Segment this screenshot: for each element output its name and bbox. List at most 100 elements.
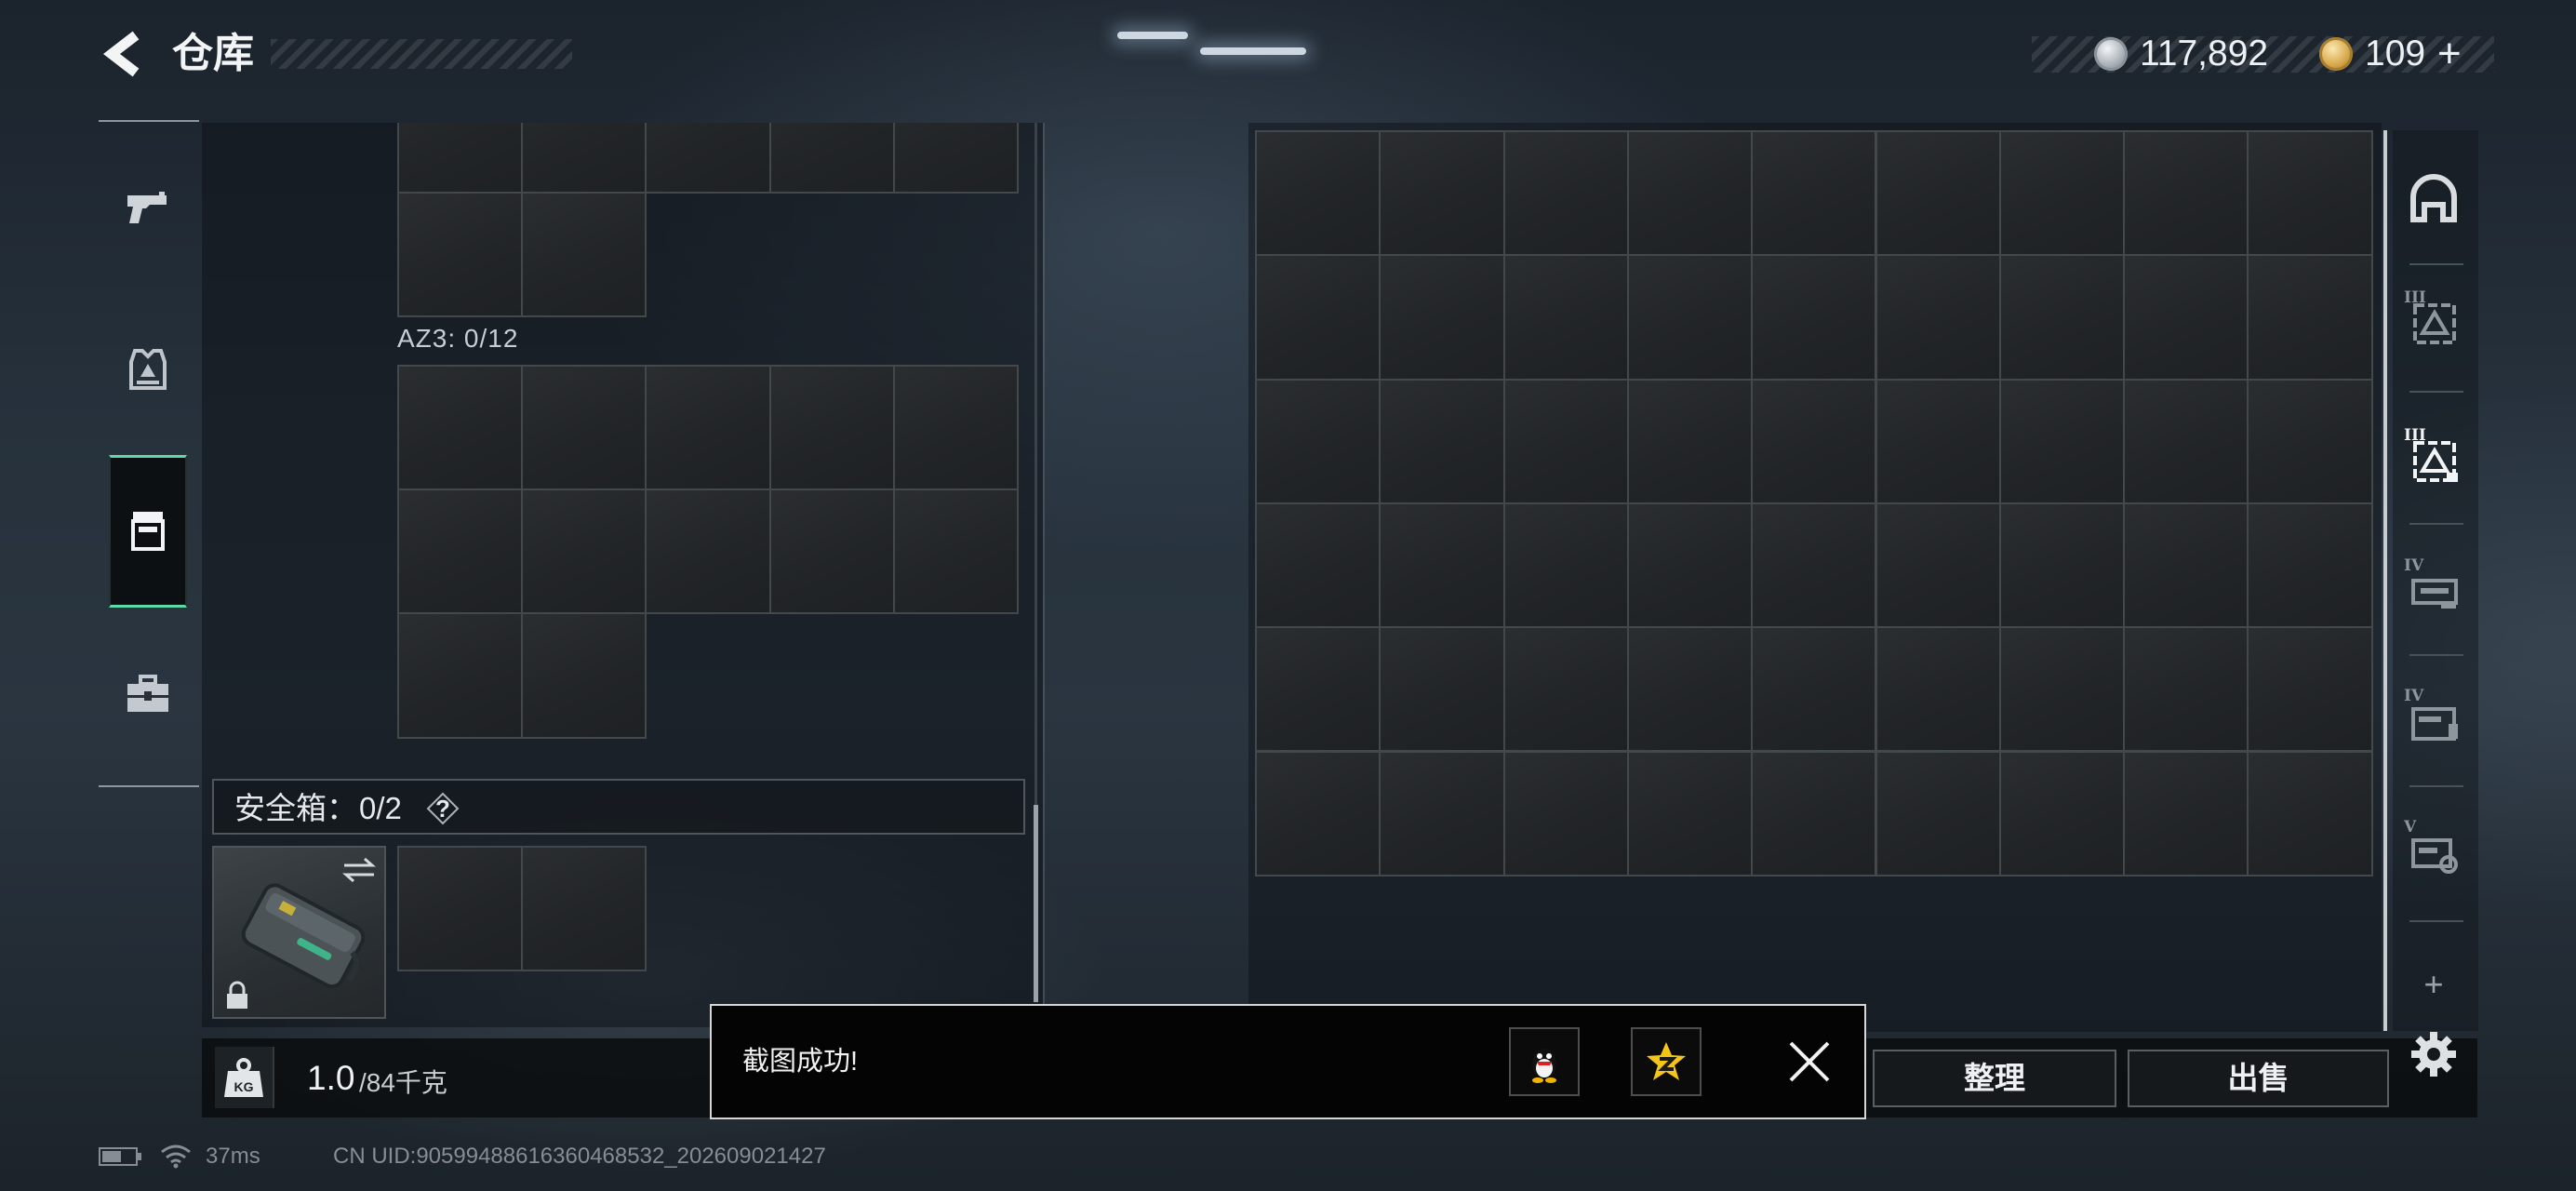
sort-button[interactable]: 整理 xyxy=(1873,1050,2116,1107)
grid-cell[interactable] xyxy=(1379,130,1505,257)
grid-cell[interactable] xyxy=(1626,254,1754,381)
grid-cell[interactable] xyxy=(2247,254,2373,381)
stash-tab-tier-selected[interactable]: III xyxy=(2404,426,2463,489)
grid-cell[interactable] xyxy=(1255,750,1381,877)
container-scrollbar-thumb[interactable] xyxy=(1034,805,1038,1002)
grid-cell[interactable] xyxy=(1502,130,1629,257)
grid-cell[interactable] xyxy=(2247,130,2373,257)
grid-cell[interactable] xyxy=(2247,378,2373,504)
grid-cell[interactable] xyxy=(521,365,647,491)
grid-cell[interactable] xyxy=(521,488,647,615)
grid-cell[interactable] xyxy=(2123,750,2249,877)
share-qzone-button[interactable] xyxy=(1631,1027,1702,1096)
grid-cell[interactable] xyxy=(1626,130,1754,257)
grid-cell[interactable] xyxy=(1998,502,2126,629)
grid-cell[interactable] xyxy=(1875,254,2001,381)
nav-item-toolbox[interactable] xyxy=(122,667,174,719)
grid-cell[interactable] xyxy=(892,365,1019,491)
grid-cell[interactable] xyxy=(1751,750,1877,877)
grid-cell[interactable] xyxy=(1751,378,1877,504)
grid-cell[interactable] xyxy=(397,612,524,739)
container-scroll-area[interactable]: AZ3: 0/12 安全箱： 0/2 ? xyxy=(202,123,1033,1027)
grid-cell[interactable] xyxy=(1751,502,1877,629)
grid-cell[interactable] xyxy=(1379,378,1505,504)
grid-cell[interactable] xyxy=(521,192,647,318)
grid-cell[interactable] xyxy=(768,488,895,615)
grid-cell[interactable] xyxy=(1255,502,1381,629)
grid-cell[interactable] xyxy=(2247,750,2373,877)
stash-tab-tier[interactable]: IV xyxy=(2404,556,2463,620)
grid-cell[interactable] xyxy=(892,123,1019,194)
grid-cell[interactable] xyxy=(1379,502,1505,629)
grid-cell[interactable] xyxy=(1255,254,1381,381)
grid-cell[interactable] xyxy=(1875,378,2001,504)
grid-cell[interactable] xyxy=(2123,502,2249,629)
grid-cell[interactable] xyxy=(1255,626,1381,753)
stash-tab-tier[interactable]: V xyxy=(2404,818,2463,881)
grid-cell[interactable] xyxy=(645,123,771,194)
grid-cell[interactable] xyxy=(1998,626,2126,753)
share-qq-button[interactable] xyxy=(1509,1027,1580,1096)
settings-button[interactable] xyxy=(2409,1030,2458,1078)
grid-cell[interactable] xyxy=(1875,626,2001,753)
safe-box-help-button[interactable]: ? xyxy=(426,792,460,825)
safe-box-item[interactable] xyxy=(212,846,386,1019)
grid-cell[interactable] xyxy=(645,365,771,491)
grid-cell[interactable] xyxy=(397,192,524,318)
stash-tab-tier[interactable]: IV xyxy=(2404,687,2463,750)
grid-cell[interactable] xyxy=(1379,750,1505,877)
grid-cell[interactable] xyxy=(1502,750,1629,877)
grid-cell[interactable] xyxy=(1998,130,2126,257)
grid-cell[interactable] xyxy=(397,365,524,491)
add-stash-tab-button[interactable]: + xyxy=(2417,964,2450,1005)
grid-cell[interactable] xyxy=(2123,254,2249,381)
grid-cell[interactable] xyxy=(2123,130,2249,257)
grid-cell[interactable] xyxy=(1502,502,1629,629)
grid-cell[interactable] xyxy=(1998,378,2126,504)
grid-cell[interactable] xyxy=(1626,750,1754,877)
grid-cell[interactable] xyxy=(892,488,1019,615)
grid-cell[interactable] xyxy=(1751,254,1877,381)
grid-cell[interactable] xyxy=(1751,130,1877,257)
grid-cell[interactable] xyxy=(1255,378,1381,504)
grid-cell[interactable] xyxy=(397,846,524,972)
toast-close-button[interactable] xyxy=(1785,1037,1834,1086)
grid-cell[interactable] xyxy=(2123,378,2249,504)
grid-cell[interactable] xyxy=(1502,254,1629,381)
grid-cell[interactable] xyxy=(521,612,647,739)
grid-cell[interactable] xyxy=(1875,750,2001,877)
grid-cell[interactable] xyxy=(768,365,895,491)
grid-cell[interactable] xyxy=(1502,626,1629,753)
grid-cell[interactable] xyxy=(397,488,524,615)
grid-cell[interactable] xyxy=(645,488,771,615)
grid-cell[interactable] xyxy=(521,846,647,972)
grid-cell[interactable] xyxy=(1998,750,2126,877)
back-button[interactable] xyxy=(97,26,149,82)
stash-scrollbar[interactable] xyxy=(2383,130,2387,1031)
grid-cell[interactable] xyxy=(1875,502,2001,629)
grid-cell[interactable] xyxy=(1626,626,1754,753)
grid-cell[interactable] xyxy=(1875,130,2001,257)
grid-cell[interactable] xyxy=(521,123,647,194)
grid-cell[interactable] xyxy=(1626,502,1754,629)
sell-button[interactable]: 出售 xyxy=(2128,1050,2389,1107)
grid-cell[interactable] xyxy=(1751,626,1877,753)
grid-cell[interactable] xyxy=(768,123,895,194)
stash-tab-tier[interactable]: III xyxy=(2404,288,2463,352)
grid-cell[interactable] xyxy=(397,123,524,194)
swap-icon[interactable] xyxy=(340,855,378,885)
stash-tab-overview[interactable] xyxy=(2404,169,2463,229)
grid-cell[interactable] xyxy=(1998,254,2126,381)
grid-cell[interactable] xyxy=(2123,626,2249,753)
nav-item-armor[interactable] xyxy=(122,343,174,395)
grid-cell[interactable] xyxy=(2247,626,2373,753)
grid-cell[interactable] xyxy=(1626,378,1754,504)
grid-cell[interactable] xyxy=(1255,130,1381,257)
nav-item-weapons[interactable] xyxy=(122,182,174,234)
nav-item-chest-rig[interactable] xyxy=(122,504,174,556)
add-currency-button[interactable]: + xyxy=(2437,30,2462,78)
grid-cell[interactable] xyxy=(2247,502,2373,629)
grid-cell[interactable] xyxy=(1379,254,1505,381)
grid-cell[interactable] xyxy=(1379,626,1505,753)
grid-cell[interactable] xyxy=(1502,378,1629,504)
